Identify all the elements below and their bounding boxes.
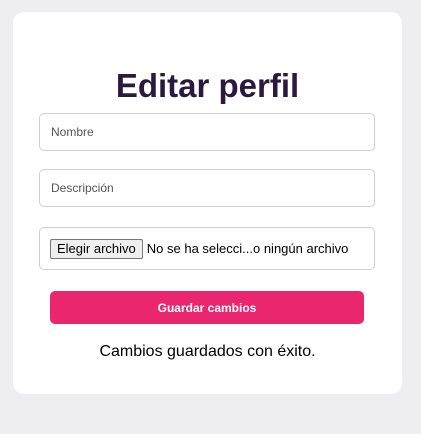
file-picker[interactable]: Elegir archivo No se ha selecci...o ning…	[39, 227, 375, 270]
edit-profile-card: Editar perfil Elegir archivo No se ha se…	[13, 12, 402, 394]
choose-file-button[interactable]: Elegir archivo	[50, 238, 143, 259]
status-message: Cambios guardados con éxito.	[99, 343, 316, 360]
save-button[interactable]: Guardar cambios	[50, 291, 364, 324]
name-input[interactable]	[39, 113, 375, 151]
file-status-text: No se ha selecci...o ningún archivo	[146, 241, 349, 256]
description-input[interactable]	[39, 169, 375, 207]
page-title: Editar perfil	[115, 67, 300, 104]
